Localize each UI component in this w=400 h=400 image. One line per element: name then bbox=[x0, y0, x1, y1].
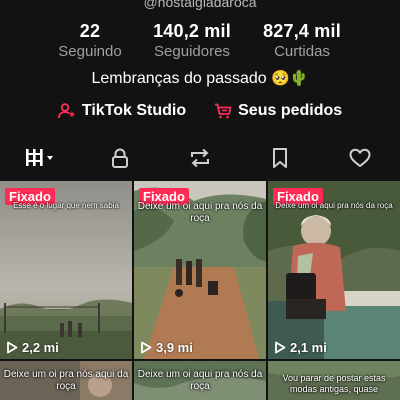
tab-videos[interactable] bbox=[0, 138, 80, 182]
following-count: 22 bbox=[79, 21, 101, 41]
view-count-text: 2,1 mi bbox=[290, 340, 327, 355]
bio-text: Lembranças do passado bbox=[91, 70, 267, 87]
tiktok-studio-link[interactable]: TikTok Studio bbox=[57, 102, 187, 120]
video-tile[interactable]: Fixado Esse é o lugar que nem sabia 2,2 … bbox=[0, 181, 132, 359]
video-caption: Deixe um oi pra nós aqui da roça bbox=[3, 369, 129, 392]
grid-icon bbox=[23, 147, 57, 174]
video-tile[interactable]: Fixado Deixe um oi aqui pra nós da roça … bbox=[268, 181, 400, 359]
video-caption: Deixe um oi aqui pra nós da roça bbox=[137, 369, 263, 392]
tab-liked[interactable] bbox=[320, 138, 400, 182]
orders-link[interactable]: Seus pedidos bbox=[214, 102, 342, 120]
orders-label: Seus pedidos bbox=[238, 102, 343, 119]
play-icon bbox=[275, 341, 286, 354]
view-count: 2,1 mi bbox=[274, 340, 327, 355]
stat-likes[interactable]: 827,4 mil Curtidas bbox=[246, 20, 358, 61]
view-count-text: 2,2 mi bbox=[22, 340, 59, 355]
likes-label: Curtidas bbox=[274, 43, 330, 60]
view-count-text: 3,9 mi bbox=[156, 340, 193, 355]
profile-handle: @nostalgiadaroca bbox=[143, 0, 257, 10]
lock-icon bbox=[109, 147, 131, 174]
video-tile[interactable]: Deixe um oi pra nós aqui da roça bbox=[0, 361, 132, 400]
video-caption: Deixe um oi aqui pra nós da roça bbox=[275, 201, 393, 210]
stat-following[interactable]: 22 Seguindo bbox=[42, 20, 138, 61]
studio-icon bbox=[57, 103, 76, 119]
play-icon bbox=[141, 341, 152, 354]
stat-followers[interactable]: 140,2 mil Seguidores bbox=[138, 20, 246, 61]
profile-stats: 22 Seguindo 140,2 mil Seguidores 827,4 m… bbox=[0, 20, 400, 61]
followers-count: 140,2 mil bbox=[153, 21, 231, 41]
play-icon bbox=[7, 341, 18, 354]
video-tile[interactable]: Fixado Deixe um oi aqui pra nós da roça … bbox=[134, 181, 266, 359]
heart-icon bbox=[348, 147, 372, 174]
tab-reposts[interactable] bbox=[160, 138, 240, 182]
view-count: 2,2 mi bbox=[6, 340, 59, 355]
tab-saved[interactable] bbox=[240, 138, 320, 182]
followers-label: Seguidores bbox=[154, 43, 230, 60]
content-tabs bbox=[0, 138, 400, 182]
cart-icon bbox=[214, 103, 232, 119]
video-grid: Fixado Esse é o lugar que nem sabia 2,2 … bbox=[0, 181, 400, 400]
tab-private[interactable] bbox=[80, 138, 160, 182]
bookmark-icon bbox=[270, 147, 290, 174]
video-tile[interactable]: Vou parar de postar estas modas antigas,… bbox=[268, 361, 400, 400]
studio-label: TikTok Studio bbox=[81, 102, 187, 119]
video-caption: Vou parar de postar estas modas antigas,… bbox=[282, 373, 386, 394]
following-label: Seguindo bbox=[58, 43, 122, 60]
repost-icon bbox=[188, 147, 212, 174]
profile-links: TikTok Studio Seus pedidos bbox=[0, 102, 400, 120]
video-caption: Esse é o lugar que nem sabia bbox=[13, 201, 119, 210]
profile-bio: Lembranças do passado 🥺🌵 bbox=[0, 68, 400, 90]
likes-count: 827,4 mil bbox=[263, 21, 341, 41]
video-caption: Deixe um oi aqui pra nós da roça bbox=[137, 201, 263, 224]
view-count: 3,9 mi bbox=[140, 340, 193, 355]
video-tile[interactable]: Deixe um oi aqui pra nós da roça bbox=[134, 361, 266, 400]
bio-emojis: 🥺🌵 bbox=[271, 70, 309, 87]
